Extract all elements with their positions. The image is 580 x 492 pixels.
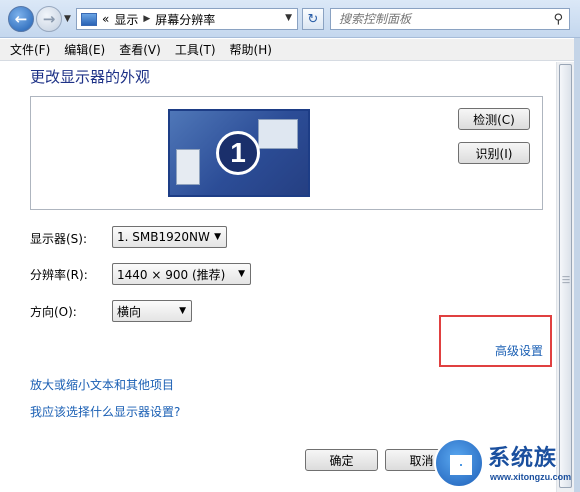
highlight-box: [439, 315, 552, 367]
orientation-label: 方向(O):: [30, 305, 77, 319]
chevron-down-icon: ▼: [214, 232, 221, 242]
watermark-name: 系统族: [488, 446, 558, 471]
which-settings-link[interactable]: 我应该选择什么显示器设置?: [30, 403, 180, 420]
breadcrumb-display[interactable]: 显示: [114, 11, 138, 28]
text-size-link[interactable]: 放大或缩小文本和其他项目: [30, 376, 174, 393]
orientation-select[interactable]: 横向 ▼: [112, 300, 192, 322]
identify-button[interactable]: 识别(I): [458, 142, 530, 164]
search-icon[interactable]: ⚲: [553, 12, 563, 27]
watermark-url: www.xitongzu.com: [490, 472, 572, 482]
menu-edit[interactable]: 编辑(E): [64, 41, 105, 58]
vertical-scrollbar[interactable]: — — —: [556, 62, 574, 492]
arrow-right-icon: →: [42, 10, 56, 28]
forward-button[interactable]: →: [36, 6, 62, 32]
display-select-value: 1. SMB1920NW: [117, 230, 210, 244]
arrow-left-icon: ←: [14, 10, 28, 28]
chevron-right-icon[interactable]: ▶: [143, 14, 150, 24]
advanced-settings-link[interactable]: 高级设置: [495, 342, 543, 359]
breadcrumb-screen-resolution[interactable]: 屏幕分辨率: [155, 11, 215, 28]
windows-flag-icon: [450, 455, 472, 475]
windows-logo-icon: [434, 438, 484, 488]
chevron-down-icon[interactable]: ▼: [285, 13, 292, 23]
page-title: 更改显示器的外观: [30, 68, 151, 86]
chevron-down-icon: ▼: [238, 269, 245, 279]
grip-icon: — — —: [562, 272, 570, 287]
menu-bar: 文件(F) 编辑(E) 查看(V) 工具(T) 帮助(H): [0, 39, 580, 61]
display-select[interactable]: 1. SMB1920NW ▼: [112, 226, 227, 248]
menu-view[interactable]: 查看(V): [119, 41, 161, 58]
display-label: 显示器(S):: [30, 232, 88, 246]
control-panel-icon: [81, 12, 97, 26]
breadcrumb-overflow[interactable]: «: [102, 12, 109, 26]
recent-pages-dropdown[interactable]: ▼: [64, 14, 71, 24]
detect-button[interactable]: 检测(C): [458, 108, 530, 130]
monitor-number: 1: [216, 131, 260, 175]
main-content: 更改显示器的外观 1 检测(C) 识别(I) 显示器(S): 1. SMB192…: [0, 62, 556, 492]
address-bar: ← → ▼ « 显示 ▶ 屏幕分辨率 ▼ ↻ ⚲: [0, 0, 580, 38]
resolution-select[interactable]: 1440 × 900 (推荐) ▼: [112, 263, 251, 285]
resolution-select-value: 1440 × 900 (推荐): [117, 267, 226, 282]
ok-button[interactable]: 确定: [305, 449, 378, 471]
chevron-down-icon: ▼: [179, 306, 186, 316]
menu-file[interactable]: 文件(F): [10, 41, 50, 58]
scroll-thumb[interactable]: — — —: [559, 64, 572, 488]
window-frame-edge: [574, 38, 580, 492]
monitor-preview-panel: 1 检测(C) 识别(I): [30, 96, 543, 210]
breadcrumb[interactable]: « 显示 ▶ 屏幕分辨率 ▼: [76, 8, 298, 30]
refresh-icon: ↻: [307, 11, 319, 27]
menu-tools[interactable]: 工具(T): [175, 41, 216, 58]
resolution-label: 分辨率(R):: [30, 268, 88, 282]
window-icon: [176, 149, 200, 185]
monitor-icon[interactable]: 1: [168, 109, 310, 197]
window-icon: [258, 119, 298, 149]
search-box[interactable]: ⚲: [330, 8, 570, 30]
menu-help[interactable]: 帮助(H): [230, 41, 272, 58]
watermark: 系统族 www.xitongzu.com: [434, 436, 580, 492]
refresh-button[interactable]: ↻: [302, 8, 324, 30]
orientation-select-value: 横向: [117, 304, 142, 319]
back-button[interactable]: ←: [8, 6, 34, 32]
search-input[interactable]: [339, 12, 539, 26]
